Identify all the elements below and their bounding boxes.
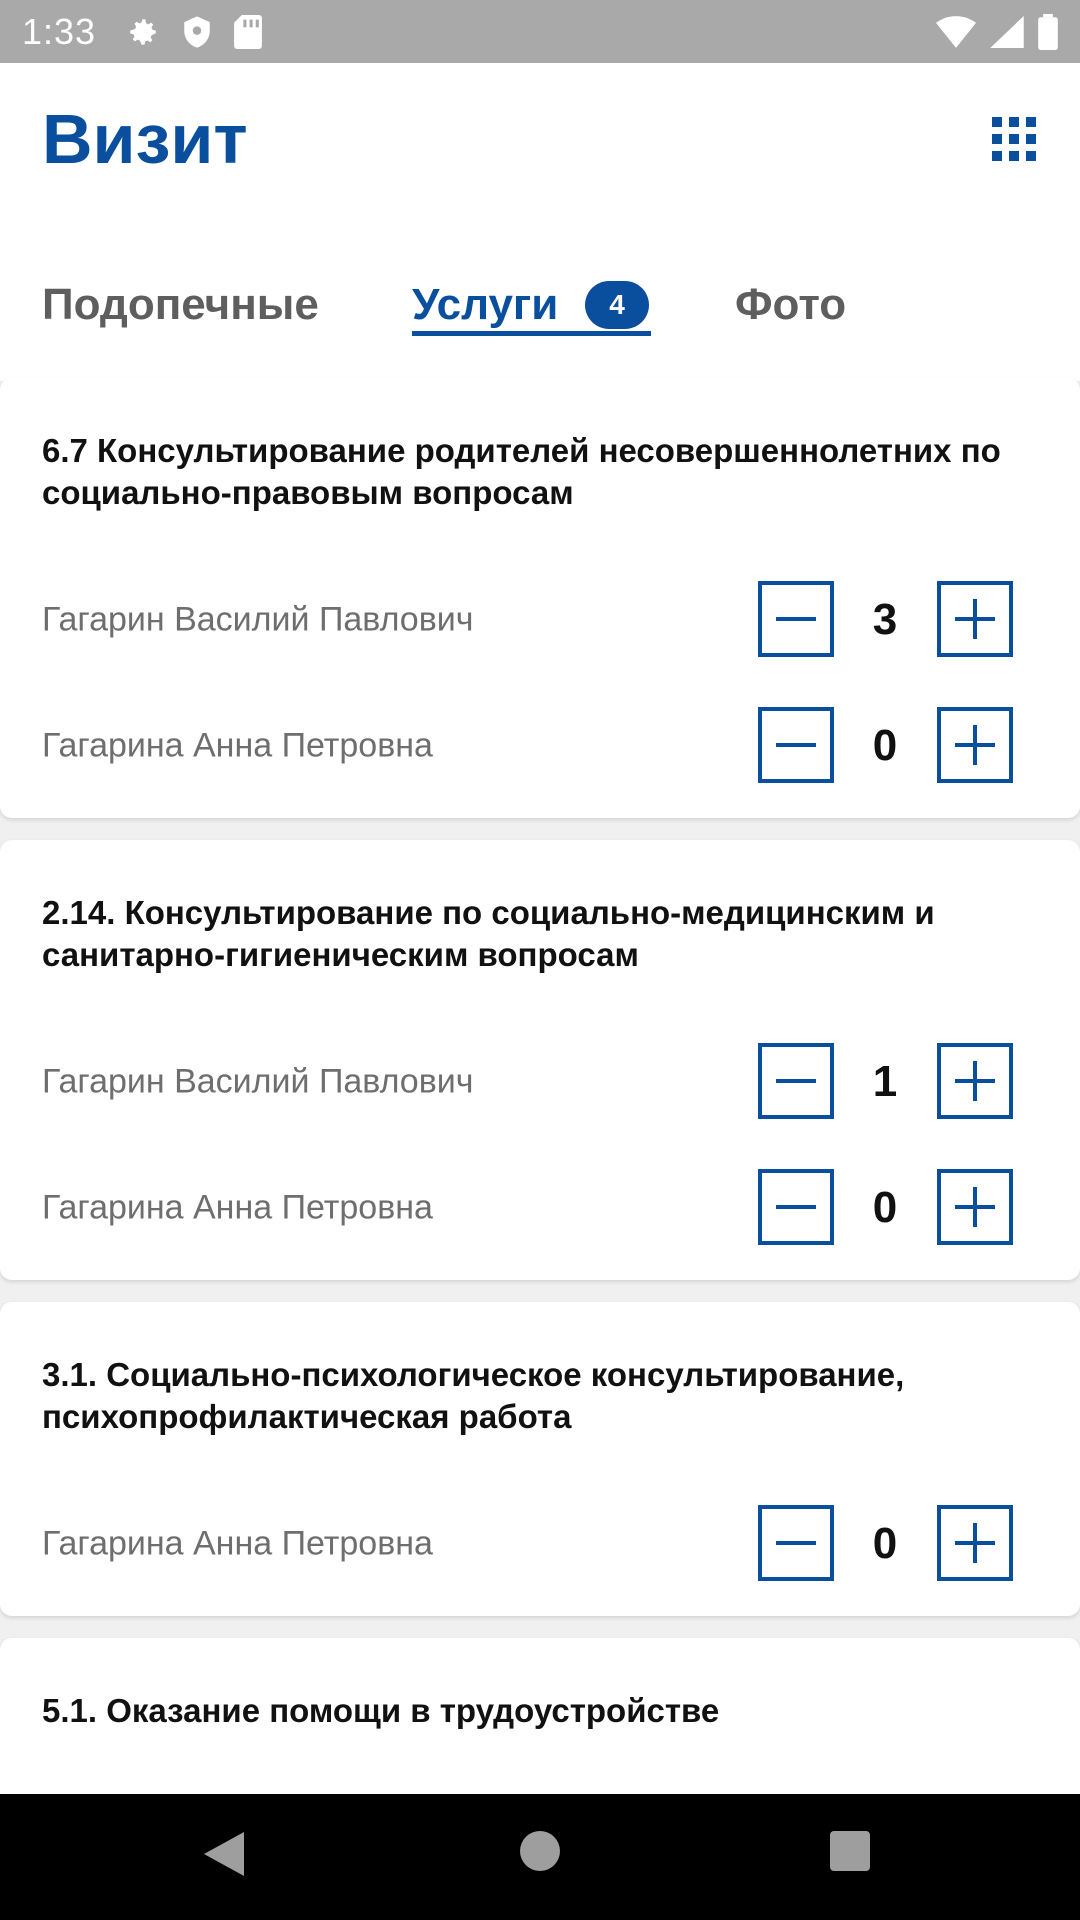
person-name: Гагарина Анна Петровна [42,726,433,765]
service-title: 2.14. Консультирование по социально-меди… [42,894,935,973]
decrement-button[interactable] [758,581,834,657]
active-tab-indicator [412,331,651,336]
tab-bar: Подопечные Услуги 4 Фото [0,243,1080,353]
battery-icon [1038,13,1058,50]
increment-button[interactable] [937,1169,1013,1245]
person-row: Гагарин Василий Павлович 1 [0,1043,1080,1121]
status-icons-right [936,13,1058,50]
back-button[interactable] [204,1832,244,1881]
status-icons-left [126,14,262,49]
count-value: 1 [872,1057,898,1106]
recents-button[interactable] [830,1831,870,1871]
decrement-button[interactable] [758,707,834,783]
increment-button[interactable] [937,707,1013,783]
count-value: 3 [872,595,898,644]
service-card: 6.7 Консультирование родителей несоверше… [0,378,1080,818]
person-name: Гагарин Василий Павлович [42,1062,474,1101]
person-name: Гагарина Анна Петровна [42,1188,433,1227]
status-time: 1:33 [22,10,97,52]
person-row: Гагарина Анна Петровна 0 [0,1505,1080,1583]
signal-icon [990,15,1024,48]
person-row: Гагарина Анна Петровна 0 [0,707,1080,785]
grid-icon [992,117,1036,161]
decrement-button[interactable] [758,1043,834,1119]
decrement-button[interactable] [758,1169,834,1245]
back-icon [204,1832,244,1876]
count-value: 0 [872,1183,898,1232]
apps-menu-button[interactable] [990,115,1038,163]
increment-button[interactable] [937,581,1013,657]
app-header: Визит Подопечные Услуги 4 Фото [0,63,1080,381]
increment-button[interactable] [937,1505,1013,1581]
person-name: Гагарина Анна Петровна [42,1524,433,1563]
count-value: 0 [872,721,898,770]
home-button[interactable] [520,1831,560,1871]
decrement-button[interactable] [758,1505,834,1581]
tab-label: Фото [735,280,847,329]
service-card: 3.1. Социально-психологическое консульти… [0,1302,1080,1616]
shield-icon [182,15,212,49]
system-nav-bar [0,1794,1080,1920]
service-title: 3.1. Социально-психологическое консульти… [42,1356,905,1435]
gear-icon [126,15,160,49]
tab-label: Услуги [412,280,559,329]
person-name: Гагарин Василий Павлович [42,600,474,639]
wifi-icon [936,15,976,48]
increment-button[interactable] [937,1043,1013,1119]
service-title: 5.1. Оказание помощи в трудоустройстве [42,1692,720,1729]
status-bar: 1:33 [0,0,1080,63]
person-row: Гагарин Василий Павлович 3 [0,581,1080,659]
service-card: 2.14. Консультирование по социально-меди… [0,840,1080,1280]
count-value: 0 [872,1519,898,1568]
count-badge: 4 [585,281,649,329]
sd-card-icon [234,14,262,49]
tab-label: Подопечные [42,280,319,329]
page-title: Визит [42,100,248,178]
person-row: Гагарина Анна Петровна 0 [0,1169,1080,1247]
service-title: 6.7 Консультирование родителей несоверше… [42,432,1001,511]
